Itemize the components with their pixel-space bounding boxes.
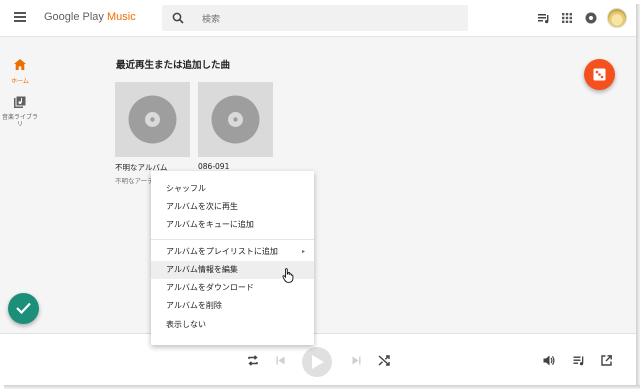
library-music-icon	[14, 95, 27, 108]
window-shadow-right	[636, 4, 640, 389]
album-art	[115, 82, 190, 157]
main-content: ホーム 音楽ライブラリ 最近再生または追加した曲 不明なアルバム 不明なアーティ…	[0, 37, 636, 333]
hamburger-menu-icon[interactable]	[14, 12, 26, 22]
queue-icon[interactable]	[573, 355, 585, 366]
check-icon	[16, 302, 31, 314]
search-placeholder: 検索	[202, 15, 221, 25]
player-bar	[0, 333, 636, 385]
home-icon	[14, 59, 26, 70]
album-card[interactable]: 086-091	[198, 82, 273, 173]
album-title: 086-091	[198, 162, 230, 171]
volume-icon[interactable]	[543, 355, 555, 366]
disc-icon	[128, 95, 177, 144]
app-logo[interactable]: Google Play Music	[44, 11, 136, 23]
circle-badge-icon[interactable]	[584, 11, 598, 25]
menu-item-play-next[interactable]: アルバムを次に再生	[151, 198, 314, 216]
nav-home-label: ホーム	[11, 78, 29, 85]
dice-icon	[593, 68, 606, 81]
menu-item-delete[interactable]: アルバムを削除	[151, 297, 314, 315]
window-shadow-bottom	[4, 385, 640, 389]
logo-text: Google Play	[44, 11, 107, 23]
check-fab-button[interactable]	[8, 293, 39, 324]
queue-music-icon[interactable]	[537, 11, 551, 25]
search-box[interactable]: 検索	[162, 5, 468, 31]
nav-library-label: 音楽ライブラリ	[2, 114, 39, 128]
logo-accent-text: Music	[106, 11, 136, 23]
menu-divider	[151, 239, 314, 240]
play-button[interactable]	[302, 347, 332, 377]
open-in-new-icon[interactable]	[601, 355, 612, 366]
menu-item-add-to-playlist[interactable]: アルバムをプレイリストに追加 ▸	[151, 243, 314, 261]
nav-item-home[interactable]: ホーム	[4, 55, 36, 85]
search-icon	[172, 12, 184, 24]
shuffle-fab-button[interactable]	[584, 59, 615, 90]
menu-item-shuffle[interactable]: シャッフル	[151, 180, 314, 198]
apps-grid-icon[interactable]	[560, 11, 574, 25]
section-title: 最近再生または追加した曲	[116, 60, 231, 71]
album-art	[198, 82, 273, 157]
nav-item-library[interactable]: 音楽ライブラリ	[2, 93, 38, 128]
menu-item-hide[interactable]: 表示しない	[151, 316, 314, 334]
hand-cursor-icon	[282, 268, 294, 283]
disc-icon	[211, 95, 260, 144]
menu-item-add-to-queue[interactable]: アルバムをキューに追加	[151, 216, 314, 234]
app-window: Google Play Music 検索 ホーム 音楽ライブラリ 最近再生または…	[0, 0, 640, 389]
menu-item-label: アルバムをプレイリストに追加	[166, 247, 278, 256]
album-context-menu: シャッフル アルバムを次に再生 アルバムをキューに追加 アルバムをプレイリストに…	[151, 171, 314, 345]
skip-previous-icon[interactable]	[276, 356, 285, 365]
avatar[interactable]	[607, 8, 627, 28]
play-icon	[312, 355, 324, 369]
album-card[interactable]: 不明なアルバム 不明なアーティスト	[115, 82, 190, 185]
top-bar: Google Play Music 検索	[0, 0, 636, 37]
submenu-arrow-icon: ▸	[301, 248, 305, 255]
shuffle-icon[interactable]	[378, 355, 390, 366]
skip-next-icon[interactable]	[352, 356, 361, 365]
repeat-icon[interactable]	[247, 355, 259, 366]
